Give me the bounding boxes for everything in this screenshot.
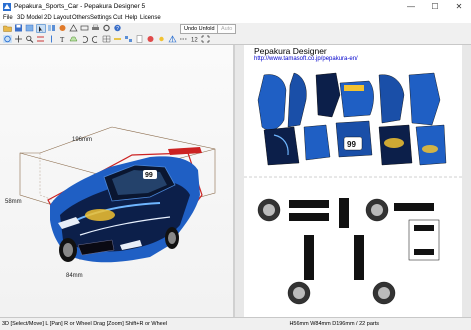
dimension-height-label: 58mm	[5, 199, 22, 205]
layout-icon[interactable]	[124, 35, 133, 43]
redo-icon[interactable]	[91, 35, 100, 43]
car-number-label: 99	[145, 172, 153, 179]
paper-sheet: Pepakura Designer http://www.tamasoft.co…	[244, 45, 462, 317]
maximize-button[interactable]: ☐	[424, 0, 446, 14]
car-model: 99	[50, 147, 202, 263]
fold-lines-icon[interactable]	[179, 35, 188, 43]
zoom-fit-icon[interactable]	[201, 35, 210, 43]
page-icon[interactable]	[135, 35, 144, 43]
app-window: Pepakura_Sports_Car - Pepakura Designer …	[0, 0, 471, 330]
status-bar: 3D [Select/Move] L [Pan] R or Wheel Drag…	[0, 317, 471, 330]
help-icon[interactable]: ?	[113, 24, 122, 32]
auto-button[interactable]: Auto	[217, 24, 237, 34]
menu-others[interactable]: Others	[72, 15, 90, 21]
texture-icon[interactable]	[58, 24, 67, 32]
3d-view-pane[interactable]: 99 196mm 58mm 84mm	[0, 45, 233, 317]
grid-icon[interactable]	[102, 35, 111, 43]
2d-layout-pane[interactable]: Pepakura Designer http://www.tamasoft.co…	[235, 45, 471, 317]
menu-bar: File 3D Model 2D Layout Others Settings …	[0, 14, 471, 23]
part-number-label: 99	[347, 140, 356, 149]
dimension-width-label: 196mm	[72, 137, 92, 143]
text-tool-icon[interactable]: T	[58, 35, 67, 43]
main-toolbar: ? Undo Unfold Auto	[0, 23, 471, 34]
3d-model-canvas[interactable]: 99 196mm 58mm 84mm	[0, 45, 233, 317]
minimize-button[interactable]: —	[400, 0, 422, 14]
svg-text:?: ?	[116, 26, 119, 32]
menu-cut[interactable]: Cut	[113, 15, 122, 21]
undo-unfold-button[interactable]: Undo Unfold	[180, 24, 219, 34]
open-file-icon[interactable]	[3, 24, 12, 32]
menu-file[interactable]: File	[3, 15, 13, 21]
edit-toolbar: T 12	[0, 34, 471, 45]
undo-icon[interactable]	[80, 35, 89, 43]
menu-2d-layout[interactable]: 2D Layout	[44, 15, 71, 21]
svg-text:12: 12	[191, 38, 198, 44]
status-hint: 3D [Select/Move] L [Pan] R or Wheel Drag…	[2, 321, 168, 327]
wireframe-icon[interactable]	[168, 35, 177, 43]
zoom-icon[interactable]	[25, 35, 34, 43]
rotate-icon[interactable]	[3, 35, 12, 43]
menu-license[interactable]: License	[140, 15, 161, 21]
dimension-depth-label: 84mm	[66, 273, 83, 279]
status-dimensions: H56mm W84mm D196mm / 22 parts	[289, 321, 379, 327]
blue-body-parts: 99	[257, 72, 447, 166]
measure-icon[interactable]	[113, 35, 122, 43]
title-bar: Pepakura_Sports_Car - Pepakura Designer …	[0, 0, 471, 14]
menu-help[interactable]: Help	[125, 15, 137, 21]
numbers-icon[interactable]: 12	[190, 35, 199, 44]
menu-settings[interactable]: Settings	[90, 15, 112, 21]
color-icon[interactable]	[146, 35, 155, 43]
close-button[interactable]: ✕	[448, 0, 470, 14]
flaps-icon[interactable]	[80, 24, 89, 32]
window-title: Pepakura_Sports_Car - Pepakura Designer …	[14, 3, 146, 10]
view-3d-icon[interactable]	[25, 24, 34, 32]
print-icon[interactable]	[91, 24, 100, 32]
split-icon[interactable]	[47, 35, 56, 43]
svg-text:T: T	[60, 36, 65, 43]
flap-tool-icon[interactable]	[69, 35, 78, 43]
select-mode-icon[interactable]	[36, 24, 46, 33]
pepakura-app-icon	[3, 3, 11, 11]
menu-3d-model[interactable]: 3D Model	[17, 15, 43, 21]
save-icon[interactable]	[14, 24, 23, 32]
join-edges-icon[interactable]	[36, 35, 45, 43]
2d-parts-canvas[interactable]: 99	[244, 45, 462, 317]
unfold-icon[interactable]	[47, 24, 56, 32]
edges-icon[interactable]	[69, 24, 78, 32]
settings-icon[interactable]	[102, 24, 111, 32]
lighting-icon[interactable]	[157, 35, 166, 43]
wheel-parts	[257, 198, 440, 305]
move-icon[interactable]	[14, 35, 23, 43]
